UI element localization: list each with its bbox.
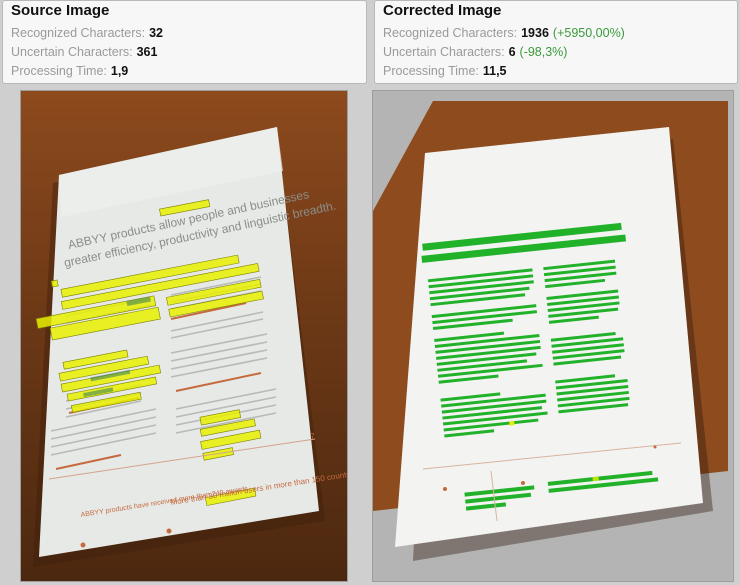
corrected-uncertain-delta: (-98,3%) bbox=[519, 45, 568, 59]
corrected-recognized-value: 1936 bbox=[521, 26, 549, 40]
source-time-label: Processing Time: bbox=[11, 64, 107, 78]
corrected-uncertain-value: 6 bbox=[508, 45, 516, 59]
corrected-photo-canvas bbox=[373, 101, 728, 561]
source-recognized-row: Recognized Characters: 32 bbox=[11, 26, 163, 40]
source-photo-canvas: ABBYY products allow people and business… bbox=[33, 127, 347, 567]
source-time-value: 1,9 bbox=[110, 64, 129, 78]
corrected-stats-panel: Corrected Image Recognized Characters: 19… bbox=[374, 0, 738, 84]
source-uncertain-row: Uncertain Characters: 361 bbox=[11, 45, 157, 59]
source-document-image: ABBYY products allow people and business… bbox=[20, 90, 348, 582]
corrected-recognized-delta: (+5950,00%) bbox=[552, 26, 625, 40]
source-recognized-label: Recognized Characters: bbox=[11, 26, 146, 40]
source-recognized-value: 32 bbox=[149, 26, 164, 40]
corrected-panel-title: Corrected Image bbox=[383, 2, 502, 19]
corrected-uncertain-row: Uncertain Characters: 6 (-98,3%) bbox=[383, 45, 567, 59]
corrected-time-value: 11,5 bbox=[482, 64, 507, 78]
corrected-document-image bbox=[372, 90, 734, 582]
corrected-recognized-label: Recognized Characters: bbox=[383, 26, 518, 40]
corrected-time-row: Processing Time: 11,5 bbox=[383, 64, 507, 78]
corrected-time-label: Processing Time: bbox=[383, 64, 479, 78]
source-uncertain-value: 361 bbox=[136, 45, 158, 59]
source-stats-panel: Source Image Recognized Characters: 32 Un… bbox=[2, 0, 367, 84]
source-uncertain-label: Uncertain Characters: bbox=[11, 45, 133, 59]
source-time-row: Processing Time: 1,9 bbox=[11, 64, 128, 78]
source-panel-title: Source Image bbox=[11, 2, 110, 19]
corrected-recognized-row: Recognized Characters: 1936 (+5950,00%) bbox=[383, 26, 625, 40]
corrected-uncertain-label: Uncertain Characters: bbox=[383, 45, 505, 59]
